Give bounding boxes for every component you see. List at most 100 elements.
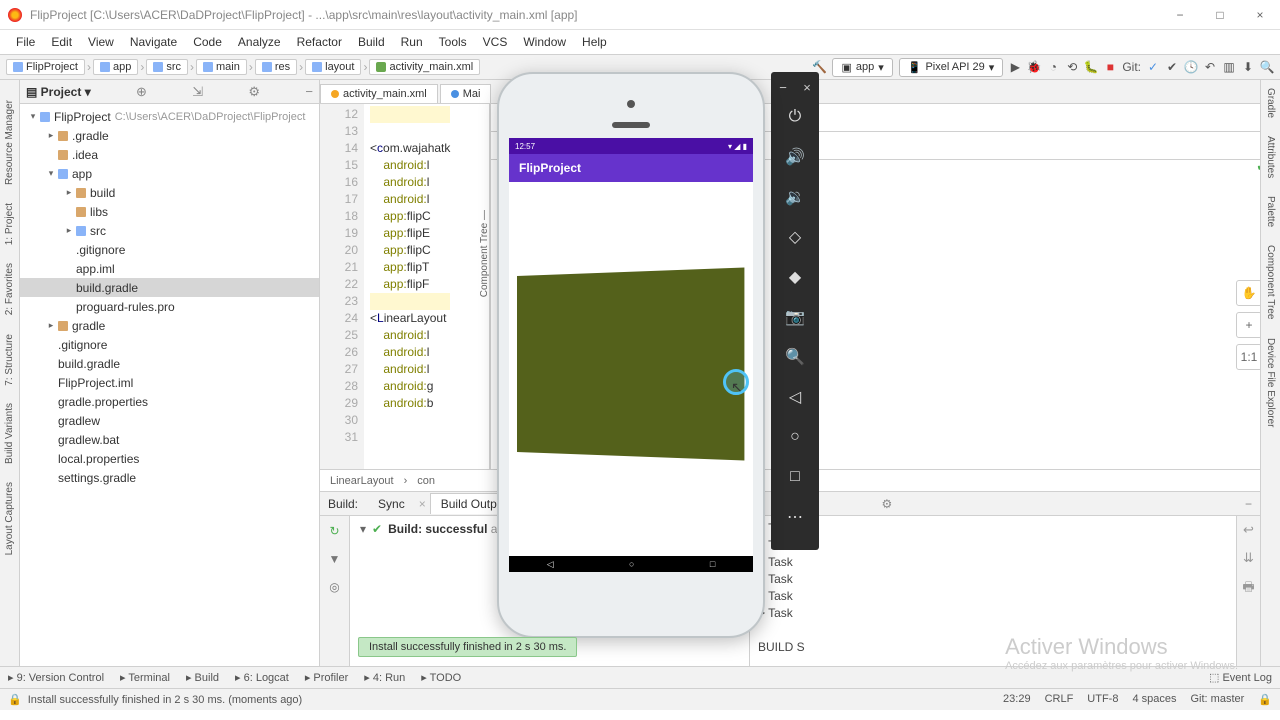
- print-icon[interactable]: 🖶: [1242, 578, 1254, 600]
- crumb-0[interactable]: FlipProject: [6, 59, 85, 75]
- tree-flipproject-iml[interactable]: FlipProject.iml: [20, 373, 319, 392]
- tool-9-version-control[interactable]: ▸ 9: Version Control: [8, 671, 104, 684]
- lock-icon[interactable]: 🔒: [8, 693, 22, 706]
- attach-icon[interactable]: 🐛: [1084, 60, 1098, 74]
- collapse-icon[interactable]: ⇲: [192, 84, 203, 100]
- tree--gradle[interactable]: ▸.gradle: [20, 126, 319, 145]
- project-tree[interactable]: ▾FlipProjectC:\Users\ACER\DaDProject\Fli…: [20, 104, 319, 666]
- vcs-history-icon[interactable]: 🕓: [1184, 60, 1198, 74]
- close-icon[interactable]: ×: [1240, 1, 1280, 29]
- home-icon[interactable]: ○: [771, 417, 819, 457]
- run-config-dropdown[interactable]: ▣ app ▾: [832, 58, 892, 77]
- menu-code[interactable]: Code: [185, 32, 230, 52]
- status-4-spaces[interactable]: 4 spaces: [1132, 693, 1176, 706]
- back-icon[interactable]: ◁: [771, 377, 819, 417]
- tree-build[interactable]: ▸build: [20, 183, 319, 202]
- emu-min-icon[interactable]: −: [771, 78, 795, 97]
- softwrap-icon[interactable]: ↩: [1243, 522, 1254, 538]
- crumb-con[interactable]: con: [417, 475, 435, 487]
- menu-build[interactable]: Build: [350, 32, 393, 52]
- tree--idea[interactable]: .idea: [20, 145, 319, 164]
- menu-help[interactable]: Help: [574, 32, 615, 52]
- tree-build-gradle[interactable]: build.gradle: [20, 278, 319, 297]
- menu-file[interactable]: File: [8, 32, 43, 52]
- left-layout-captures[interactable]: Layout Captures: [4, 482, 15, 555]
- device-dropdown[interactable]: 📱 Pixel API 29 ▾: [899, 58, 1004, 77]
- locate-icon[interactable]: ⊕: [136, 84, 147, 100]
- menu-refactor[interactable]: Refactor: [289, 32, 350, 52]
- emu-close-icon[interactable]: ×: [795, 78, 819, 97]
- tree-settings-gradle[interactable]: settings.gradle: [20, 468, 319, 487]
- phone-screen[interactable]: 12:57 ▾ ◢ ▮ FlipProject ◁○□: [509, 138, 753, 572]
- power-icon[interactable]: ⏻: [771, 97, 819, 137]
- search-icon[interactable]: 🔍: [1260, 60, 1274, 74]
- debug-icon[interactable]: 🐞: [1027, 60, 1041, 74]
- tree-local-properties[interactable]: local.properties: [20, 449, 319, 468]
- stop-icon[interactable]: ■: [1103, 60, 1117, 74]
- project-view-dropdown[interactable]: ▤ Project ▾: [26, 85, 91, 99]
- tool-todo[interactable]: ▸ TODO: [421, 671, 461, 684]
- zoom-in-icon[interactable]: +: [1236, 312, 1260, 338]
- crumb-2[interactable]: src: [146, 59, 188, 75]
- crumb-6[interactable]: activity_main.xml: [369, 59, 480, 75]
- crumb-5[interactable]: layout: [305, 59, 361, 75]
- sdk-icon[interactable]: ⬇: [1241, 60, 1255, 74]
- left-resource-manager[interactable]: Resource Manager: [4, 100, 15, 185]
- tab-mai[interactable]: Mai: [440, 84, 492, 103]
- emu-navbar[interactable]: ◁○□: [509, 556, 753, 572]
- tree-app-iml[interactable]: app.iml: [20, 259, 319, 278]
- tree-proguard-rules-pro[interactable]: proguard-rules.pro: [20, 297, 319, 316]
- vcs-commit-icon[interactable]: ✔: [1165, 60, 1179, 74]
- volume-down-icon[interactable]: 🔉: [771, 177, 819, 217]
- tab-activity_main-xml[interactable]: activity_main.xml: [320, 84, 438, 103]
- camera-icon[interactable]: 📷: [771, 297, 819, 337]
- zoom-icon[interactable]: 🔍: [771, 337, 819, 377]
- left-1-project[interactable]: 1: Project: [4, 203, 15, 245]
- profile-icon[interactable]: ◔: [1046, 60, 1060, 74]
- tool-build[interactable]: ▸ Build: [186, 671, 219, 684]
- tree-gradle-properties[interactable]: gradle.properties: [20, 392, 319, 411]
- crumb-4[interactable]: res: [255, 59, 297, 75]
- menu-vcs[interactable]: VCS: [475, 32, 516, 52]
- volume-up-icon[interactable]: 🔊: [771, 137, 819, 177]
- left-7-structure[interactable]: 7: Structure: [4, 334, 15, 386]
- right-gradle[interactable]: Gradle: [1265, 88, 1276, 118]
- tool-terminal[interactable]: ▸ Terminal: [120, 671, 170, 684]
- emu-flip-card[interactable]: [517, 267, 744, 460]
- avd-icon[interactable]: ▥: [1222, 60, 1236, 74]
- rotate-left-icon[interactable]: ◇: [771, 217, 819, 257]
- crumb-1[interactable]: app: [93, 59, 138, 75]
- menu-run[interactable]: Run: [393, 32, 431, 52]
- maximize-icon[interactable]: □: [1200, 1, 1240, 29]
- settings-icon[interactable]: ⚙: [248, 84, 260, 100]
- panel-settings-icon[interactable]: ⚙: [882, 497, 893, 511]
- tree-src[interactable]: ▸src: [20, 221, 319, 240]
- event-log[interactable]: ⬚ Event Log: [1209, 671, 1272, 684]
- tree--gitignore[interactable]: .gitignore: [20, 335, 319, 354]
- vcs-update-icon[interactable]: ✓: [1146, 60, 1160, 74]
- status-23-29[interactable]: 23:29: [1003, 693, 1031, 706]
- tree-app[interactable]: ▾app: [20, 164, 319, 183]
- menu-edit[interactable]: Edit: [43, 32, 80, 52]
- tree-build-gradle[interactable]: build.gradle: [20, 354, 319, 373]
- vcs-revert-icon[interactable]: ↶: [1203, 60, 1217, 74]
- right-component-tree[interactable]: Component Tree: [1265, 245, 1276, 320]
- crumb-ll[interactable]: LinearLayout: [330, 475, 394, 487]
- hide-icon[interactable]: −: [305, 84, 313, 99]
- tool-4-run[interactable]: ▸ 4: Run: [364, 671, 405, 684]
- tool-6-logcat[interactable]: ▸ 6: Logcat: [235, 671, 289, 684]
- code-content[interactable]: <com.wajahatk android:l android:l androi…: [364, 104, 450, 469]
- panel-hide-icon[interactable]: −: [1245, 497, 1252, 511]
- menu-analyze[interactable]: Analyze: [230, 32, 289, 52]
- component-tree-label[interactable]: Component Tree —: [479, 210, 490, 297]
- menu-window[interactable]: Window: [515, 32, 574, 52]
- minimize-icon[interactable]: −: [1160, 1, 1200, 29]
- tree-gradlew-bat[interactable]: gradlew.bat: [20, 430, 319, 449]
- scroll-end-icon[interactable]: ⇊: [1243, 550, 1254, 566]
- pan-icon[interactable]: ✋: [1236, 280, 1260, 306]
- tree--gitignore[interactable]: .gitignore: [20, 240, 319, 259]
- tab-sync[interactable]: Sync: [368, 494, 415, 514]
- rotate-right-icon[interactable]: ◆: [771, 257, 819, 297]
- readonly-icon[interactable]: 🔒: [1258, 693, 1272, 706]
- tree-gradlew[interactable]: gradlew: [20, 411, 319, 430]
